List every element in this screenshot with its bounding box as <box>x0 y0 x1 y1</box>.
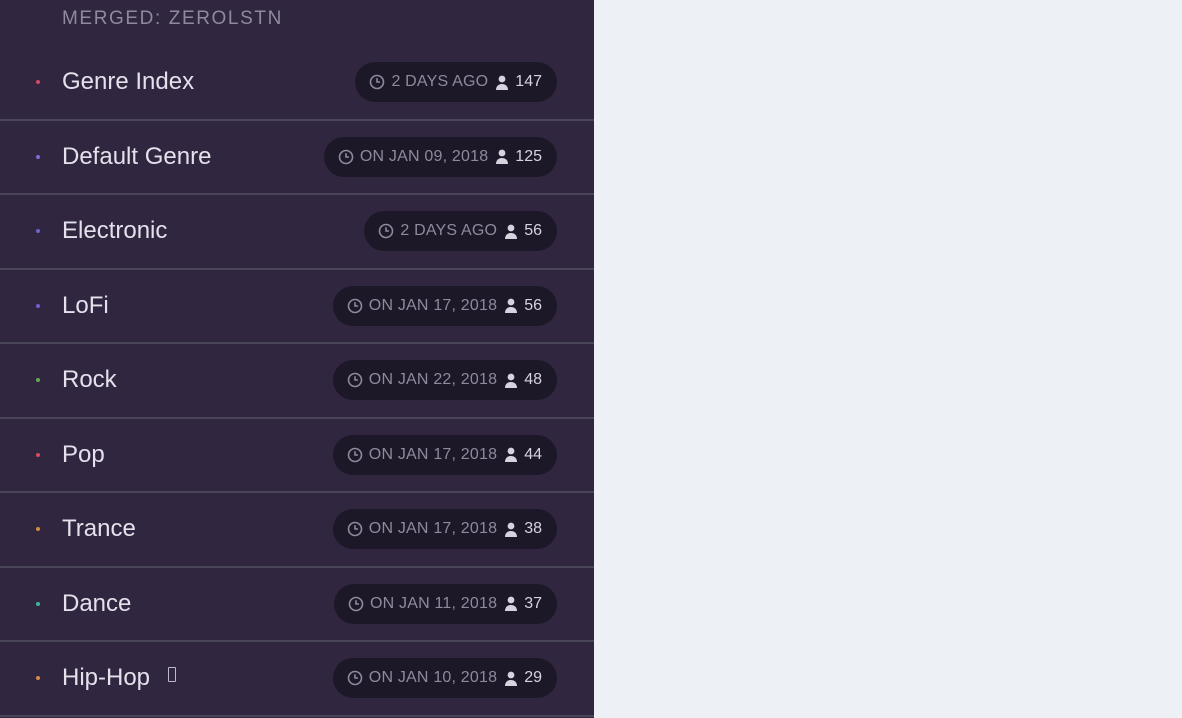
genre-name: LoFi <box>62 291 109 319</box>
genre-name: Electronic <box>62 217 168 245</box>
genre-dot <box>36 378 40 383</box>
updated-time: ON JAN 17, 2018 <box>368 445 498 463</box>
clock-icon <box>348 596 364 612</box>
genre-panel: MERGED: ZEROLSTN Genre Index 2 DAYS AGO … <box>0 0 594 718</box>
user-icon <box>505 447 518 463</box>
genre-row[interactable]: Electronic 2 DAYS AGO 56 <box>0 195 594 270</box>
genre-row[interactable]: Rock ON JAN 22, 2018 48 <box>0 344 594 419</box>
panel-header: MERGED: ZEROLSTN <box>62 8 283 29</box>
clock-icon <box>338 149 354 165</box>
updated-time: ON JAN 17, 2018 <box>368 296 498 314</box>
genre-name: Genre Index <box>62 68 195 96</box>
user-count: 29 <box>524 669 542 687</box>
clock-icon <box>370 74 385 90</box>
genre-meta-badge: 2 DAYS AGO 56 <box>364 211 557 252</box>
genre-dot <box>36 527 40 532</box>
user-count: 56 <box>524 296 542 314</box>
clock-icon <box>347 372 363 388</box>
user-icon <box>496 75 509 90</box>
updated-time: ON JAN 22, 2018 <box>368 371 498 389</box>
user-count: 56 <box>524 222 542 240</box>
genre-name: Hip-Hop <box>62 664 151 692</box>
genre-meta-badge: ON JAN 11, 2018 37 <box>333 583 557 624</box>
genre-name: Trance <box>62 515 136 543</box>
flag-icon[interactable] <box>168 667 177 683</box>
genre-name: Pop <box>62 440 105 468</box>
clock-icon <box>347 670 363 686</box>
genre-meta-badge: ON JAN 17, 2018 56 <box>332 285 557 326</box>
clock-icon <box>347 447 363 463</box>
genre-meta-badge: ON JAN 10, 2018 29 <box>332 658 557 699</box>
genre-dot <box>36 229 40 234</box>
genre-row[interactable]: Genre Index 2 DAYS AGO 147 <box>0 46 594 121</box>
genre-row[interactable]: Default Genre ON JAN 09, 2018 125 <box>0 121 594 195</box>
genre-dot <box>36 676 40 681</box>
user-count: 44 <box>524 445 542 463</box>
genre-name: Default Genre <box>62 142 212 170</box>
genre-dot <box>36 154 40 159</box>
user-count: 38 <box>524 520 542 538</box>
clock-icon <box>379 223 394 239</box>
genre-meta-badge: 2 DAYS AGO 147 <box>355 62 557 103</box>
updated-time: 2 DAYS AGO <box>400 222 498 240</box>
genre-list: Genre Index 2 DAYS AGO 147 Default Genre… <box>0 46 594 717</box>
genre-row[interactable]: Trance ON JAN 17, 2018 38 <box>0 493 594 568</box>
genre-name-wrap: Hip-Hop <box>62 664 177 692</box>
genre-meta-badge: ON JAN 22, 2018 48 <box>332 360 557 401</box>
user-count: 48 <box>524 371 542 389</box>
genre-name: Rock <box>62 366 117 394</box>
updated-time: 2 DAYS AGO <box>391 73 489 91</box>
user-icon <box>505 224 518 239</box>
user-icon <box>505 596 518 612</box>
genre-dot <box>36 601 40 606</box>
user-count: 147 <box>515 73 542 91</box>
genre-name: Dance <box>62 589 132 617</box>
user-icon <box>496 149 509 165</box>
user-count: 125 <box>515 147 542 165</box>
genre-meta-badge: ON JAN 17, 2018 44 <box>332 434 557 475</box>
genre-meta-badge: ON JAN 09, 2018 125 <box>323 136 557 177</box>
user-count: 37 <box>524 594 542 612</box>
user-icon <box>505 671 518 686</box>
genre-dot <box>36 452 40 457</box>
genre-dot <box>36 80 40 85</box>
genre-dot <box>36 303 40 308</box>
user-icon <box>505 373 518 388</box>
updated-time: ON JAN 11, 2018 <box>369 594 498 612</box>
genre-row[interactable]: Pop ON JAN 17, 2018 44 <box>0 419 594 493</box>
clock-icon <box>347 298 363 314</box>
updated-time: ON JAN 17, 2018 <box>368 520 498 538</box>
genre-meta-badge: ON JAN 17, 2018 38 <box>332 509 557 550</box>
genre-row[interactable]: LoFi ON JAN 17, 2018 56 <box>0 270 594 344</box>
user-icon <box>505 522 518 537</box>
genre-row[interactable]: Hip-Hop ON JAN 10, 2018 29 <box>0 642 594 717</box>
updated-time: ON JAN 10, 2018 <box>368 669 498 687</box>
genre-row[interactable]: Dance ON JAN 11, 2018 37 <box>0 568 594 642</box>
updated-time: ON JAN 09, 2018 <box>359 147 489 165</box>
user-icon <box>505 298 518 314</box>
clock-icon <box>347 521 363 537</box>
